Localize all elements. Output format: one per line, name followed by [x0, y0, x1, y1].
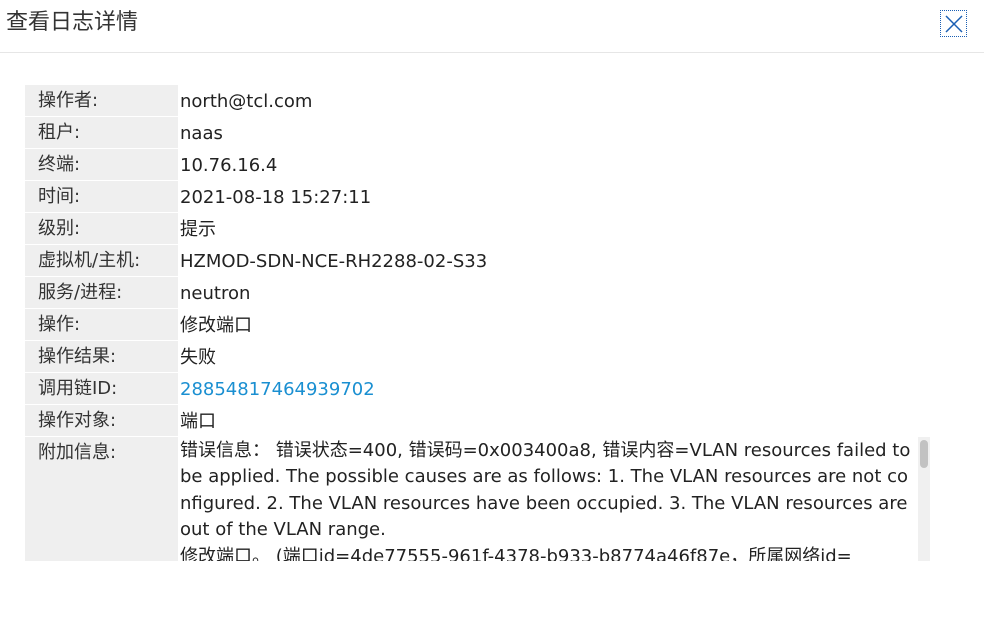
- host-label: 虚拟机/主机:: [25, 245, 178, 277]
- terminal-label: 终端:: [25, 149, 178, 181]
- operation-value: 修改端口: [180, 314, 252, 336]
- detail-row-terminal: 终端: 10.76.16.4: [25, 149, 930, 181]
- result-value: 失败: [180, 346, 216, 368]
- dialog-header: 查看日志详情: [0, 0, 984, 53]
- time-label: 时间:: [25, 181, 178, 213]
- extra-info-label: 附加信息:: [25, 437, 178, 562]
- trace-id-label: 调用链ID:: [25, 373, 178, 405]
- operator-value: north@tcl.com: [180, 90, 313, 112]
- service-label: 服务/进程:: [25, 277, 178, 309]
- tenant-label: 租户:: [25, 117, 178, 149]
- detail-row-time: 时间: 2021-08-18 15:27:11: [25, 181, 930, 213]
- detail-row-trace: 调用链ID: 28854817464939702: [25, 373, 930, 405]
- level-value: 提示: [180, 218, 216, 240]
- detail-row-object: 操作对象: 端口: [25, 405, 930, 437]
- detail-row-host: 虚拟机/主机: HZMOD-SDN-NCE-RH2288-02-S33: [25, 245, 930, 277]
- detail-row-result: 操作结果: 失败: [25, 341, 930, 373]
- detail-row-level: 级别: 提示: [25, 213, 930, 245]
- detail-row-operator: 操作者: north@tcl.com: [25, 85, 930, 117]
- extra-info-text: 错误信息： 错误状态=400, 错误码=0x003400a8, 错误内容=VLA…: [180, 437, 917, 561]
- service-value: neutron: [180, 282, 251, 304]
- scrollbar-thumb[interactable]: [920, 440, 928, 468]
- extra-info-cell: 错误信息： 错误状态=400, 错误码=0x003400a8, 错误内容=VLA…: [178, 437, 930, 562]
- vertical-scrollbar[interactable]: [918, 437, 930, 561]
- time-value: 2021-08-18 15:27:11: [180, 186, 372, 208]
- host-value: HZMOD-SDN-NCE-RH2288-02-S33: [180, 250, 488, 272]
- result-label: 操作结果:: [25, 341, 178, 373]
- detail-row-service: 服务/进程: neutron: [25, 277, 930, 309]
- trace-id-link[interactable]: 28854817464939702: [178, 373, 930, 405]
- log-detail-table: 操作者: north@tcl.com 租户: naas 终端: 10.76.16…: [25, 85, 930, 562]
- detail-row-operation: 操作: 修改端口: [25, 309, 930, 341]
- object-value: 端口: [180, 410, 216, 432]
- level-label: 级别:: [25, 213, 178, 245]
- close-button[interactable]: [940, 10, 967, 37]
- detail-row-extra: 附加信息: 错误信息： 错误状态=400, 错误码=0x003400a8, 错误…: [25, 437, 930, 562]
- operator-label: 操作者:: [25, 85, 178, 117]
- extra-info-operation: 修改端口。 (端口id=4de77555-961f-4378-b933-b877…: [180, 545, 852, 561]
- detail-row-tenant: 租户: naas: [25, 117, 930, 149]
- terminal-value: 10.76.16.4: [180, 154, 278, 176]
- dialog-title: 查看日志详情: [6, 10, 139, 35]
- tenant-value: naas: [180, 122, 223, 144]
- object-label: 操作对象:: [25, 405, 178, 437]
- extra-info-scroll-area[interactable]: 错误信息： 错误状态=400, 错误码=0x003400a8, 错误内容=VLA…: [178, 437, 930, 561]
- operation-label: 操作:: [25, 309, 178, 341]
- extra-info-error: 错误信息： 错误状态=400, 错误码=0x003400a8, 错误内容=VLA…: [180, 440, 911, 541]
